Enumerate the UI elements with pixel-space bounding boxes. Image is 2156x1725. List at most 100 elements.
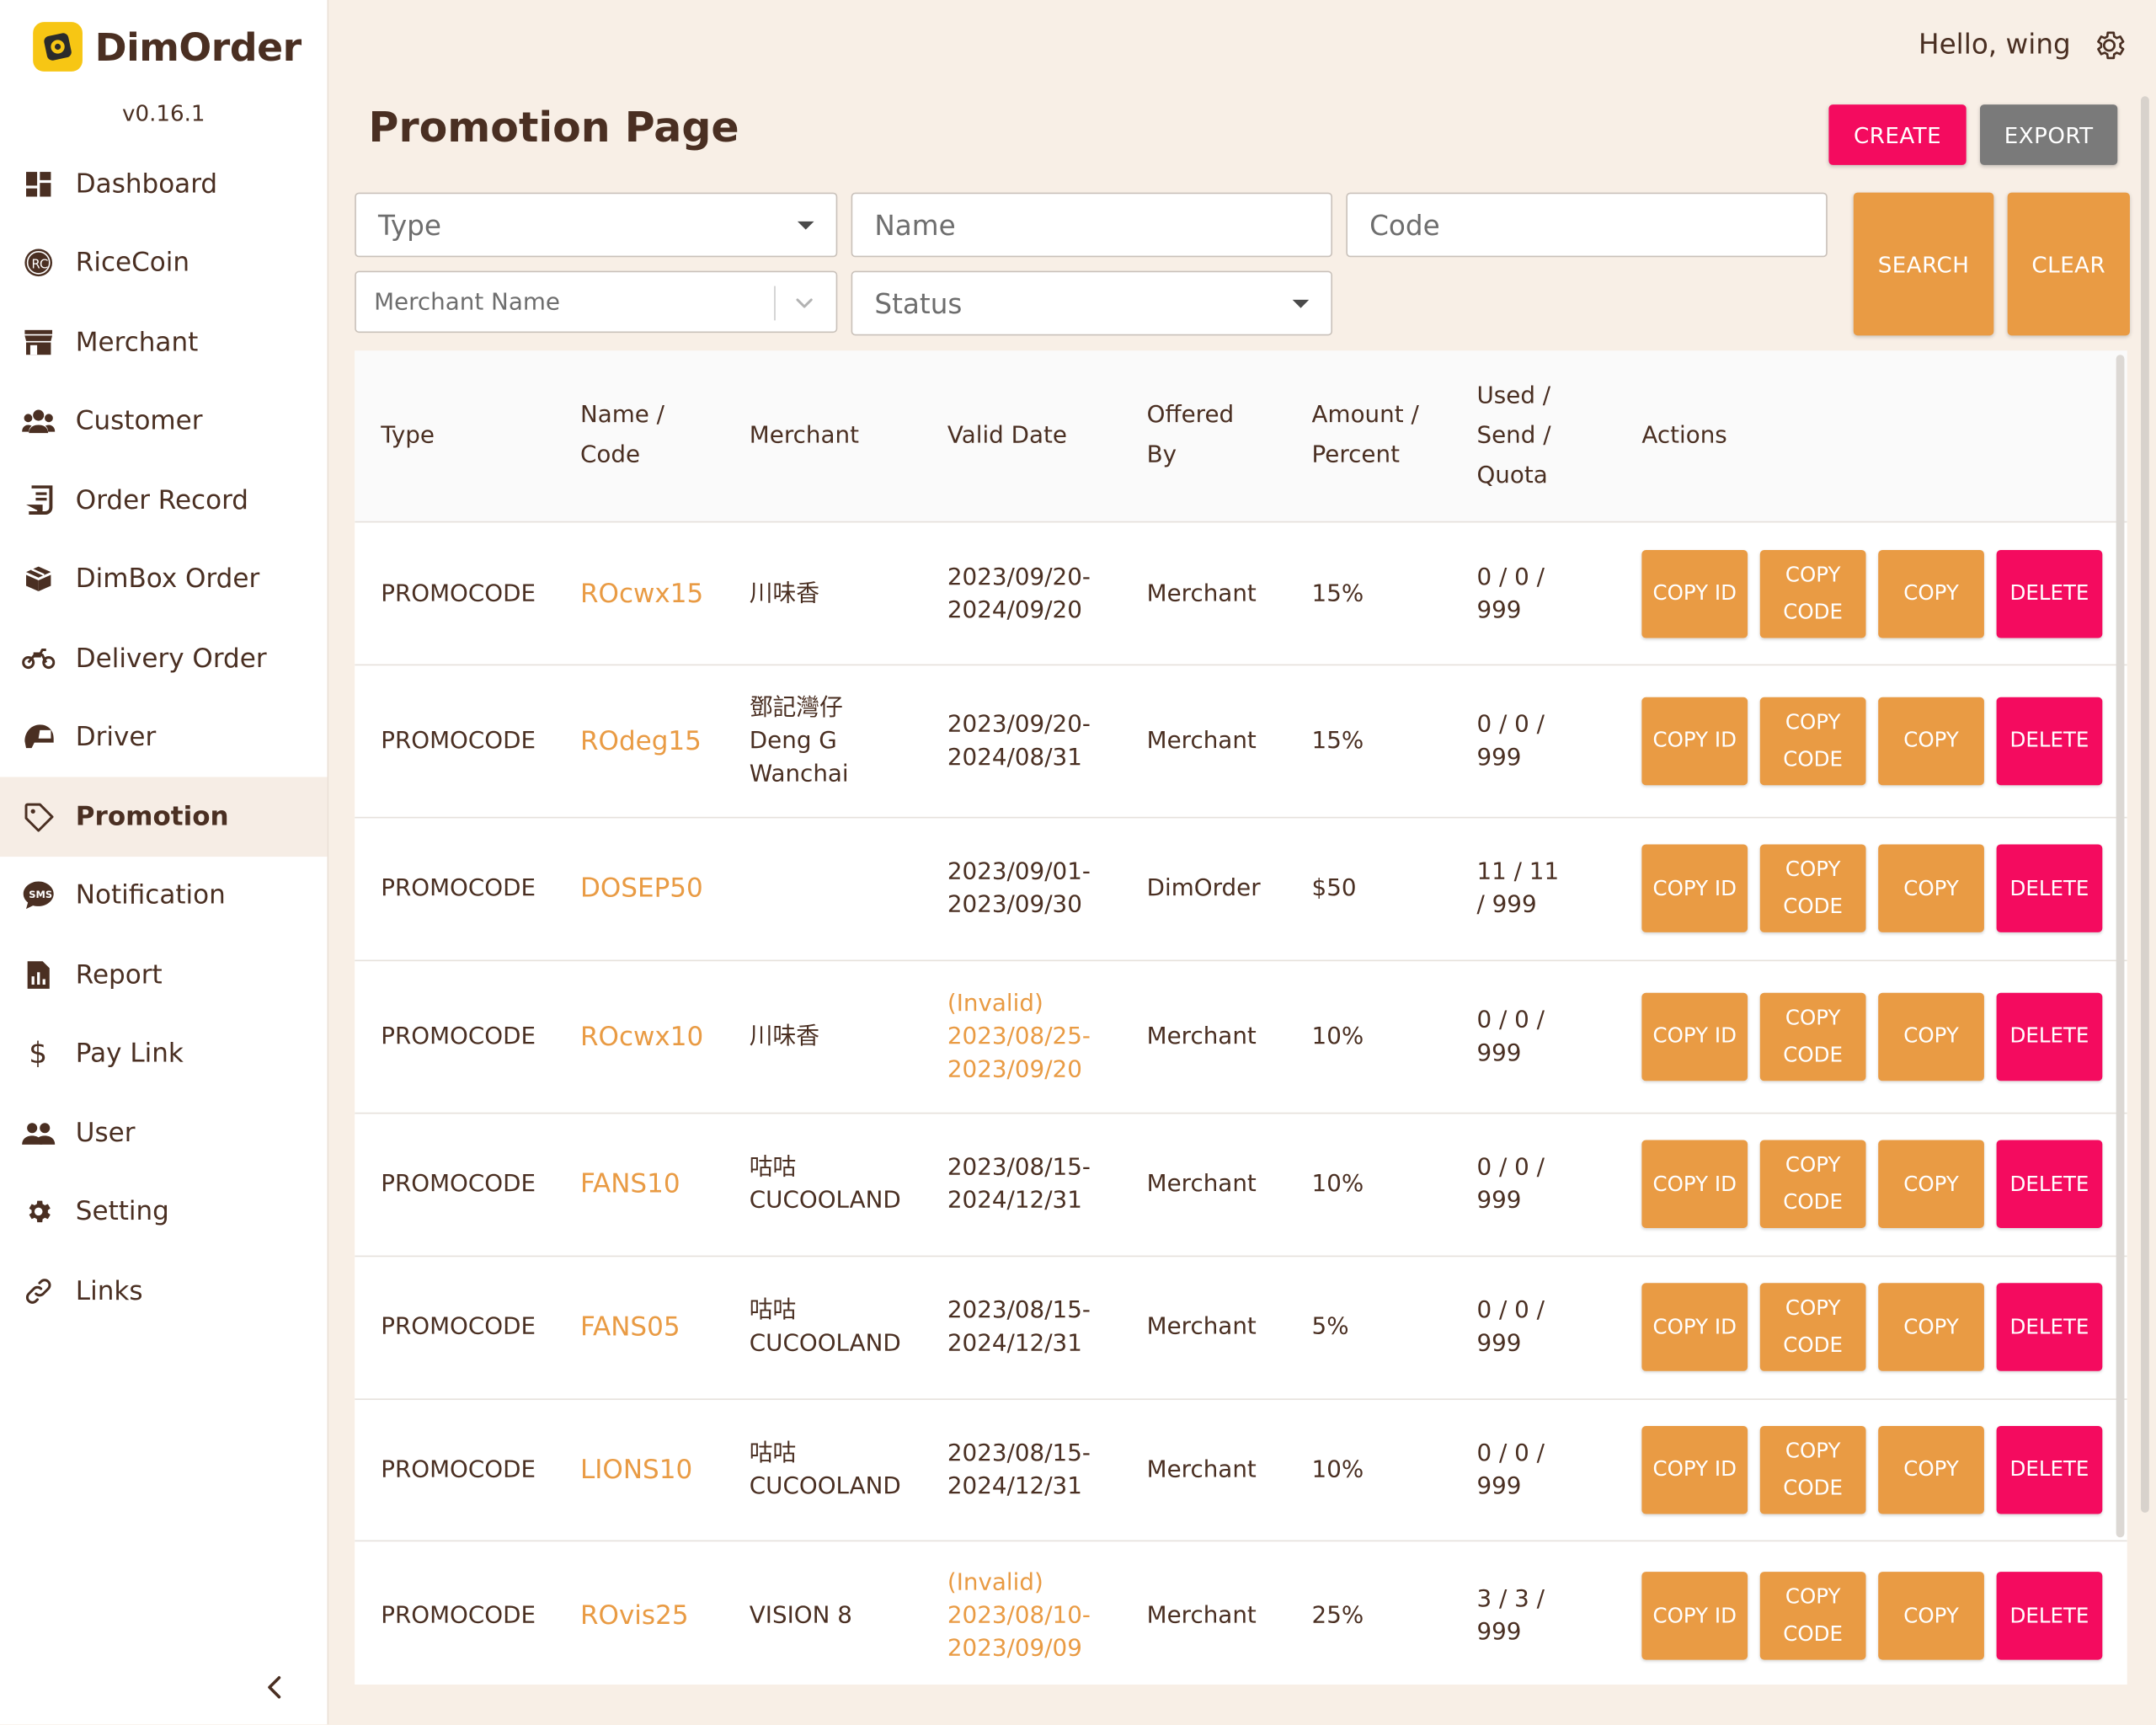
dashboard-icon <box>22 168 55 200</box>
promotion-table: Type Name / Code Merchant Valid Date Offered… <box>355 350 2127 1685</box>
copy-id-button[interactable]: COPY ID <box>1641 844 1748 932</box>
copy-id-button[interactable]: COPY ID <box>1641 549 1748 638</box>
copy-id-button[interactable]: COPY ID <box>1641 1140 1748 1228</box>
copy-button[interactable]: COPY <box>1878 1572 1984 1660</box>
copy-code-button[interactable]: COPY CODE <box>1759 1283 1866 1371</box>
copy-id-button[interactable]: COPY ID <box>1641 1425 1748 1514</box>
create-button[interactable]: CREATE <box>1828 104 1967 165</box>
sidebar-item-links[interactable]: Links <box>0 1252 328 1331</box>
copy-button[interactable]: COPY <box>1878 549 1984 638</box>
promo-code-cell[interactable]: DOSEP50 <box>580 817 743 960</box>
copy-code-button[interactable]: COPY CODE <box>1759 1425 1866 1514</box>
amount-cell: 15% <box>1311 726 1364 755</box>
copy-id-button[interactable]: COPY ID <box>1641 1572 1748 1660</box>
sidebar-item-order-record[interactable]: Order Record <box>0 461 328 540</box>
brand[interactable]: DimOrder <box>33 22 302 72</box>
promo-code-cell[interactable]: ROcwx15 <box>580 522 743 664</box>
delete-button[interactable]: DELETE <box>1996 844 2103 932</box>
copy-id-button[interactable]: COPY ID <box>1641 1283 1748 1371</box>
code-input[interactable]: Code <box>1346 192 1828 258</box>
sidebar-item-promotion[interactable]: Promotion <box>0 777 328 857</box>
sidebar-item-pay-link[interactable]: $ Pay Link <box>0 1014 328 1093</box>
column-header-used-send-quota: Used / Send / Quota <box>1476 382 1551 489</box>
delete-button[interactable]: DELETE <box>1996 991 2103 1081</box>
promo-code-cell[interactable]: FANS05 <box>580 1256 743 1399</box>
copy-id-button[interactable]: COPY ID <box>1641 696 1748 785</box>
sidebar-item-report[interactable]: Report <box>0 935 328 1014</box>
sidebar-item-delivery-order[interactable]: Delivery Order <box>0 619 328 698</box>
motorcycle-icon <box>22 642 56 675</box>
users-icon <box>22 1116 56 1149</box>
column-header-amount-percent: Amount / Percent <box>1311 401 1419 469</box>
valid-date-cell: 2023/08/15-2024/12/31 <box>947 1256 1140 1399</box>
delete-button[interactable]: DELETE <box>1996 696 2103 785</box>
name-input[interactable]: Name <box>851 192 1333 258</box>
delete-button[interactable]: DELETE <box>1996 1572 2103 1660</box>
type-cell: PROMOCODE <box>381 874 536 903</box>
type-select[interactable]: Type <box>355 192 838 258</box>
merchant-cell: 咕咕 CUCOOLAND <box>749 1153 901 1215</box>
sidebar-item-notification[interactable]: SMS Notification <box>0 856 328 935</box>
sidebar-item-customer[interactable]: Customer <box>0 382 328 461</box>
status-select[interactable]: Status <box>851 270 1333 336</box>
valid-date-cell: 2023/09/20-2024/09/20 <box>947 522 1140 664</box>
delete-button[interactable]: DELETE <box>1996 1283 2103 1371</box>
copy-button[interactable]: COPY <box>1878 696 1984 785</box>
type-cell: PROMOCODE <box>381 1022 536 1050</box>
copy-button[interactable]: COPY <box>1878 1425 1984 1514</box>
search-button[interactable]: SEARCH <box>1853 192 1994 336</box>
sidebar-item-driver[interactable]: Driver <box>0 698 328 777</box>
delete-button[interactable]: DELETE <box>1996 1140 2103 1228</box>
offered-by-cell: Merchant <box>1146 1602 1257 1630</box>
export-button[interactable]: EXPORT <box>1980 104 2118 165</box>
copy-id-button[interactable]: COPY ID <box>1641 991 1748 1081</box>
sidebar-item-label: Merchant <box>75 327 199 358</box>
promo-code-cell[interactable]: ROcwx10 <box>580 960 743 1113</box>
collapse-sidebar-button[interactable] <box>259 1671 291 1704</box>
table-row: PROMOCODE LIONS10 咕咕 CUCOOLAND 2023/08/15-2… <box>355 1398 2127 1542</box>
settings-gear-icon[interactable] <box>2091 28 2127 63</box>
valid-date-cell: (Invalid) 2023/08/10-2023/09/09 <box>947 1541 1140 1685</box>
merchant-cell: 川味香 <box>749 1022 820 1050</box>
sidebar-item-user[interactable]: User <box>0 1093 328 1172</box>
clear-button[interactable]: CLEAR <box>2007 192 2130 336</box>
copy-code-button[interactable]: COPY CODE <box>1759 991 1866 1081</box>
sidebar-item-dimbox-order[interactable]: DimBox Order <box>0 540 328 619</box>
delete-button[interactable]: DELETE <box>1996 1425 2103 1514</box>
merchant-name-placeholder: Merchant Name <box>374 288 560 316</box>
merchant-cell: 鄧記灣仔 Deng G Wanchai <box>749 693 849 788</box>
promo-code-cell[interactable]: LIONS10 <box>580 1398 743 1540</box>
delete-button[interactable]: DELETE <box>1996 549 2103 638</box>
usage-cell: 11 / 11 / 999 <box>1476 857 1560 919</box>
promo-code-cell[interactable]: ROdeg15 <box>580 665 743 817</box>
chevron-left-icon <box>268 1676 281 1699</box>
column-header-valid-date: Valid Date <box>947 421 1067 450</box>
copy-code-button[interactable]: COPY CODE <box>1759 549 1866 638</box>
sidebar-item-setting[interactable]: Setting <box>0 1172 328 1252</box>
promo-code-cell[interactable]: ROvis25 <box>580 1541 743 1685</box>
user-greeting: Hello, wing <box>1919 27 2071 61</box>
merchant-name-select[interactable]: Merchant Name <box>355 270 838 334</box>
copy-button[interactable]: COPY <box>1878 844 1984 932</box>
promo-code-cell[interactable]: FANS10 <box>580 1113 743 1256</box>
svg-text:$: $ <box>29 1037 47 1070</box>
copy-code-button[interactable]: COPY CODE <box>1759 844 1866 932</box>
copy-button[interactable]: COPY <box>1878 1140 1984 1228</box>
copy-button[interactable]: COPY <box>1878 1283 1984 1371</box>
type-cell: PROMOCODE <box>381 1170 536 1199</box>
sidebar-item-dashboard[interactable]: Dashboard <box>0 144 328 223</box>
copy-code-button[interactable]: COPY CODE <box>1759 696 1866 785</box>
copy-button[interactable]: COPY <box>1878 991 1984 1081</box>
copy-code-button[interactable]: COPY CODE <box>1759 1572 1866 1660</box>
page-scrollbar[interactable] <box>2141 96 2149 1513</box>
sidebar-item-ricecoin[interactable]: RC RiceCoin <box>0 223 328 302</box>
valid-date-cell: 2023/09/20-2024/08/31 <box>947 665 1140 817</box>
merchant-cell: 咕咕 CUCOOLAND <box>749 1296 901 1358</box>
copy-code-button[interactable]: COPY CODE <box>1759 1140 1866 1228</box>
table-scrollbar[interactable] <box>2116 355 2125 1538</box>
status-select-placeholder: Status <box>874 286 963 320</box>
usage-cell: 0 / 0 / 999 <box>1476 1153 1545 1215</box>
report-icon <box>22 959 55 991</box>
sidebar-item-merchant[interactable]: Merchant <box>0 302 328 382</box>
valid-date-text: 2023/08/25-2023/09/20 <box>947 1022 1091 1083</box>
